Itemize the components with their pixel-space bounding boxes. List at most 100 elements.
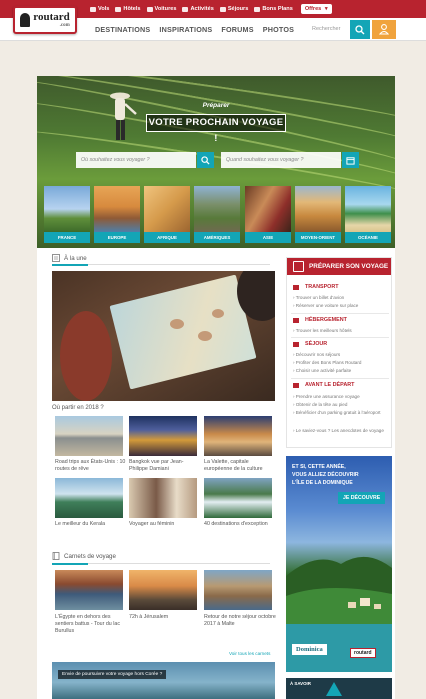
notebook-icon	[52, 552, 60, 560]
section-sejour: SÉJOUR	[293, 341, 327, 347]
section-avant-depart: AVANT LE DÉPART	[293, 382, 354, 388]
offres-dropdown[interactable]: Offres ▾	[300, 4, 332, 14]
map-illustration	[109, 274, 257, 390]
link-parking[interactable]: › Bénéficier d'un parking gratuit à l'aé…	[293, 410, 389, 416]
where-search-button[interactable]	[197, 152, 214, 168]
article-thumb-bangkok[interactable]	[129, 416, 197, 456]
article-thumb-road-trips[interactable]	[55, 416, 123, 456]
calendar-icon	[293, 261, 304, 272]
destination-card-asie[interactable]: ASIE	[245, 186, 291, 243]
asie-photo	[245, 186, 291, 232]
link-assurance[interactable]: › Prendre une assurance voyage	[293, 394, 389, 400]
article-title-bangkok[interactable]: Bangkok vue par Jean-Philippe Damiani	[129, 459, 201, 473]
link-hotels[interactable]: › Trouver les meilleurs hôtels	[293, 328, 389, 334]
destination-card-oceanie[interactable]: OCÉANIE	[345, 186, 391, 243]
carnet-title-jerusalem[interactable]: 72h à Jérusalem	[129, 614, 201, 621]
farmer-figure	[110, 92, 137, 140]
topbar-item-hotels[interactable]: Hôtels	[115, 6, 141, 12]
topbar-item-voitures[interactable]: Voitures	[146, 6, 176, 12]
link-activite[interactable]: › Choisir une activité parfaite	[293, 368, 389, 374]
carnet-thumb-malte[interactable]	[204, 570, 272, 610]
nav-photos[interactable]: PHOTOS	[263, 25, 294, 34]
topbar-item-sejours[interactable]: Séjours	[219, 6, 248, 12]
bottom-ad[interactable]: À SAVOIR	[286, 678, 392, 699]
car-icon	[146, 6, 153, 12]
plane-icon	[293, 284, 299, 290]
topbar-item-activites[interactable]: Activités	[182, 6, 214, 12]
flag-icon	[293, 382, 299, 388]
carnet-thumb-jerusalem[interactable]	[129, 570, 197, 610]
article-thumb-kerala[interactable]	[55, 478, 123, 518]
banner-text: Envie de poursuivre votre voyage hors Co…	[58, 670, 167, 679]
hero-title: VOTRE PROCHAIN VOYAGE !	[146, 114, 286, 144]
article-title-40-destinations[interactable]: 40 destinations d'exception	[204, 521, 276, 528]
hero-subtitle: Préparer	[202, 102, 230, 109]
plane-icon	[90, 6, 96, 12]
carnet-title-malte[interactable]: Retour de notre séjour octobre 2017 à Ma…	[204, 614, 276, 628]
hand-shape	[198, 331, 212, 341]
activity-icon	[182, 6, 189, 12]
destination-card-ameriques[interactable]: AMÉRIQUES	[194, 186, 240, 243]
link-anecdotes[interactable]: › Le saviez-vous ? Les anecdotes de voya…	[293, 428, 389, 434]
article-thumb-voyager-feminin[interactable]	[129, 478, 197, 518]
routard-partner-logo: routard	[350, 648, 376, 658]
korea-banner[interactable]: Envie de poursuivre votre voyage hors Co…	[52, 662, 275, 699]
france-photo	[44, 186, 90, 232]
newspaper-icon	[52, 254, 60, 262]
routard-logo[interactable]: routard .com	[13, 6, 77, 34]
article-title-kerala[interactable]: Le meilleur du Kerala	[55, 521, 127, 528]
section-underline	[52, 563, 270, 565]
person-shape	[60, 311, 112, 401]
panel-header: PRÉPARER SON VOYAGE	[287, 258, 391, 275]
nav-inspirations[interactable]: INSPIRATIONS	[159, 25, 212, 34]
topbar-item-vols[interactable]: Vols	[90, 6, 109, 12]
hand-shape	[170, 319, 184, 329]
link-sejours[interactable]: › Découvrir nos séjours	[293, 352, 389, 358]
search-icon	[201, 155, 210, 165]
account-button[interactable]	[372, 20, 396, 39]
calendar-button[interactable]	[342, 152, 359, 168]
destination-card-europe[interactable]: EUROPE	[94, 186, 140, 243]
article-thumb-40-destinations[interactable]	[204, 478, 272, 518]
search-button[interactable]	[350, 20, 370, 39]
article-title-la-valette[interactable]: La Valette, capitale européenne de la cu…	[204, 459, 276, 473]
hand-shape	[212, 309, 224, 318]
user-icon	[379, 24, 389, 35]
suitcase-icon	[293, 341, 299, 347]
when-input[interactable]: Quand souhaitez vous voyager ?	[221, 152, 341, 168]
dominica-ad[interactable]: ET SI, CETTE ANNÉE, VOUS ALLIEZ DÉCOUVRI…	[286, 456, 392, 672]
house-icon	[293, 317, 299, 323]
bed-icon	[115, 6, 122, 12]
topbar-item-bons-plans[interactable]: Bons Plans	[254, 6, 293, 12]
link-bons-plans[interactable]: › Profiter des Bons Plans Routard	[293, 360, 389, 366]
backpacker-icon	[20, 13, 31, 27]
destination-card-france[interactable]: FRANCE	[44, 186, 90, 243]
carnets-header: Carnets de voyage	[52, 552, 116, 560]
nav-destinations[interactable]: DESTINATIONS	[95, 25, 150, 34]
carnet-thumb-egypte[interactable]	[55, 570, 123, 610]
link-tete-pied[interactable]: › Obtenir de la tête au pied	[293, 402, 389, 408]
article-title-road-trips[interactable]: Road trips aux États-Unis : 10 routes de…	[55, 459, 127, 473]
where-input[interactable]: Où souhaitez vous voyager ?	[76, 152, 196, 168]
link-billet-avion[interactable]: › Trouver un billet d'avion	[293, 295, 389, 301]
main-nav: DESTINATIONS INSPIRATIONS FORUMS PHOTOS	[95, 25, 294, 34]
suitcase-icon	[219, 6, 226, 12]
article-title-voyager-feminin[interactable]: Voyager au féminin	[129, 521, 201, 528]
a-la-une-header: À la une	[52, 254, 87, 262]
afrique-photo	[144, 186, 190, 232]
link-voiture[interactable]: › Réserver une voiture sur place	[293, 303, 389, 309]
featured-article-image[interactable]	[52, 271, 275, 401]
see-all-carnets-link[interactable]: Voir tous les carnets	[229, 651, 270, 656]
tag-icon	[254, 6, 261, 12]
destination-card-afrique[interactable]: AFRIQUE	[144, 186, 190, 243]
calendar-icon	[346, 156, 355, 165]
destination-card-moyen-orient[interactable]: MOYEN-ORIENT	[295, 186, 341, 243]
preparer-voyage-panel: PRÉPARER SON VOYAGE TRANSPORT › Trouver …	[286, 257, 392, 448]
featured-subtitle: Où partir en 2018 ?	[52, 405, 104, 411]
island-illustration	[286, 556, 392, 672]
je-decouvre-button[interactable]: JE DÉCOUVRE	[338, 492, 386, 504]
nav-forums[interactable]: FORUMS	[221, 25, 253, 34]
carnet-title-egypte[interactable]: L'Égypte en dehors des sentiers battus -…	[55, 614, 127, 635]
article-thumb-la-valette[interactable]	[204, 416, 272, 456]
search-input[interactable]: Rechercher	[312, 22, 348, 37]
